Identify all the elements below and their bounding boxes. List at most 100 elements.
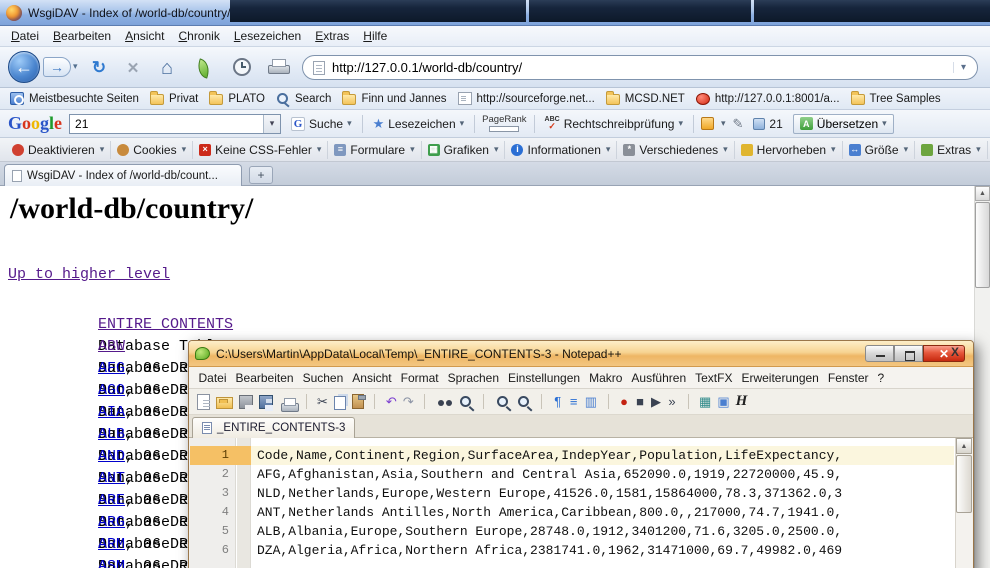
dropdown-arrow-icon[interactable]: [182, 144, 187, 155]
print-button[interactable]: [268, 59, 290, 76]
webdev-item[interactable]: × Keine CSS-Fehler: [193, 141, 328, 159]
notepadpp-window[interactable]: C:\Users\Martin\AppData\Local\Temp\_ENTI…: [188, 340, 974, 568]
document-tab[interactable]: _ENTIRE_CONTENTS-3: [192, 417, 355, 438]
zoom-out-icon[interactable]: [514, 392, 533, 412]
record-macro-icon[interactable]: ●: [617, 392, 631, 412]
home-button[interactable]: ⌂: [154, 55, 180, 81]
bookmark-item[interactable]: Search: [272, 91, 338, 107]
reload-button[interactable]: ↻: [86, 55, 112, 81]
save-icon[interactable]: [237, 392, 255, 412]
url-bar[interactable]: http://127.0.0.1/world-db/country/: [302, 55, 978, 80]
menu-item[interactable]: Ausführen: [627, 369, 691, 387]
webdev-item[interactable]: Deaktivieren: [6, 141, 111, 159]
dropdown-arrow-icon[interactable]: [410, 144, 415, 155]
editor-line[interactable]: 5 ALB,Albania,Europe,Southern Europe,287…: [190, 522, 954, 541]
menu-item[interactable]: Datei: [194, 369, 231, 387]
copy-icon[interactable]: [332, 392, 348, 412]
open-file-icon[interactable]: [214, 392, 235, 412]
new-tab-button[interactable]: +: [249, 166, 273, 184]
dropdown-arrow-icon[interactable]: [723, 144, 728, 155]
toolbar-separator[interactable]: [368, 392, 382, 412]
stop-button[interactable]: ✕: [120, 55, 146, 81]
menu-item[interactable]: Makro: [585, 369, 627, 387]
pagerank-widget[interactable]: PageRank: [482, 115, 526, 132]
line-text[interactable]: ANT,Netherlands Antilles,North America,C…: [251, 503, 954, 522]
monitor-icon[interactable]: ▣: [715, 392, 731, 412]
menu-item[interactable]: Format: [396, 369, 443, 387]
webdev-item[interactable]: ↔ Größe: [843, 141, 916, 159]
menu-item[interactable]: Extras: [308, 27, 356, 45]
line-text[interactable]: DZA,Algeria,Africa,Northern Africa,23817…: [251, 541, 954, 560]
bookmark-item[interactable]: Tree Samples: [847, 90, 948, 107]
line-text[interactable]: Code,Name,Continent,Region,SurfaceArea,I…: [251, 446, 954, 465]
dropdown-arrow-icon[interactable]: [882, 118, 887, 129]
find-icon[interactable]: [434, 392, 454, 412]
highlighter-pen-icon[interactable]: [733, 116, 744, 132]
word-wrap-icon[interactable]: ¶: [551, 392, 565, 412]
menu-item[interactable]: Bearbeiten: [46, 27, 118, 45]
bookmark-item[interactable]: Privat: [146, 90, 205, 107]
up-to-higher-level-link[interactable]: Up to higher level: [8, 266, 170, 283]
dropdown-arrow-icon[interactable]: [904, 144, 909, 155]
google-search-box[interactable]: 21: [69, 114, 281, 134]
new-file-icon[interactable]: [195, 392, 212, 412]
toolbar-separator[interactable]: [477, 392, 491, 412]
webdev-item[interactable]: i Informationen: [505, 141, 617, 159]
page-scrollbar[interactable]: [974, 186, 990, 568]
autofill-icon[interactable]: [701, 117, 714, 130]
dropdown-arrow-icon[interactable]: [606, 144, 611, 155]
toolbar-separator[interactable]: [681, 392, 695, 412]
minimize-button[interactable]: [865, 345, 894, 362]
scrollbar-up-button[interactable]: [975, 186, 990, 201]
menu-item[interactable]: Suchen: [298, 369, 348, 387]
play-macro-icon[interactable]: ▶: [649, 392, 663, 412]
bookmark-item[interactable]: http://127.0.0.1:8001/a...: [692, 90, 847, 107]
webdev-item[interactable]: ≡ Formulare: [328, 141, 421, 159]
dropdown-arrow-icon[interactable]: [317, 144, 322, 155]
menu-item[interactable]: Bearbeiten: [231, 369, 298, 387]
zoom-in-icon[interactable]: [493, 392, 512, 412]
editor-scrollbar[interactable]: [955, 438, 972, 568]
toolbar-separator[interactable]: [535, 392, 549, 412]
editor-line[interactable]: 1 Code,Name,Continent,Region,SurfaceArea…: [190, 446, 954, 465]
back-button[interactable]: ←: [8, 51, 40, 83]
dropdown-arrow-icon[interactable]: [831, 144, 836, 155]
webdev-item[interactable]: Extras: [915, 141, 988, 159]
entry-link[interactable]: ENTIRE CONTENTS: [98, 314, 242, 336]
notepadpp-titlebar[interactable]: C:\Users\Martin\AppData\Local\Temp\_ENTI…: [189, 341, 973, 367]
undo-icon[interactable]: ↶: [384, 392, 399, 412]
menu-item[interactable]: Erweiterungen: [737, 369, 823, 387]
feed-leaf-icon[interactable]: [195, 58, 213, 78]
menu-item[interactable]: ?: [873, 369, 889, 387]
menu-item[interactable]: Sprachen: [443, 369, 503, 387]
menu-item[interactable]: TextFX: [691, 369, 737, 387]
dropdown-arrow-icon[interactable]: [678, 118, 683, 129]
webdev-item[interactable]: Hervorheben: [735, 141, 843, 159]
bookmark-item[interactable]: MCSD.NET: [602, 90, 692, 107]
dropdown-arrow-icon[interactable]: [721, 118, 726, 129]
line-text[interactable]: AFG,Afghanistan,Asia,Southern and Centra…: [251, 465, 954, 484]
editor-line[interactable]: 2 AFG,Afghanistan,Asia,Southern and Cent…: [190, 465, 954, 484]
stop-macro-icon[interactable]: ■: [633, 392, 647, 412]
scrollbar-up-button[interactable]: [956, 438, 972, 454]
toolbar-separator[interactable]: [601, 392, 615, 412]
run-macro-multiple-icon[interactable]: »: [665, 392, 679, 412]
menu-item[interactable]: Ansicht: [348, 369, 396, 387]
dropdown-arrow-icon[interactable]: [460, 118, 465, 129]
toolbar-separator[interactable]: [418, 392, 432, 412]
indent-guide-icon[interactable]: ▥: [583, 392, 599, 412]
cut-icon[interactable]: ✂: [315, 392, 330, 412]
editor-line[interactable]: 4 ANT,Netherlands Antilles,North America…: [190, 503, 954, 522]
redo-icon[interactable]: ↷: [401, 392, 416, 412]
search-dropdown-icon[interactable]: [263, 115, 280, 133]
clock-icon[interactable]: [233, 58, 251, 76]
webdev-item[interactable]: ▦ Grafiken: [422, 141, 506, 159]
dropdown-arrow-icon[interactable]: [494, 144, 499, 155]
line-text[interactable]: ALB,Albania,Europe,Southern Europe,28748…: [251, 522, 954, 541]
texthtml-icon[interactable]: H: [734, 392, 750, 412]
scrollbar-thumb[interactable]: [956, 455, 972, 513]
scrollbar-thumb[interactable]: [975, 202, 990, 288]
google-search-button[interactable]: G Suche: [288, 115, 355, 133]
google-search-value[interactable]: 21: [70, 117, 263, 131]
print-icon[interactable]: [277, 392, 297, 412]
